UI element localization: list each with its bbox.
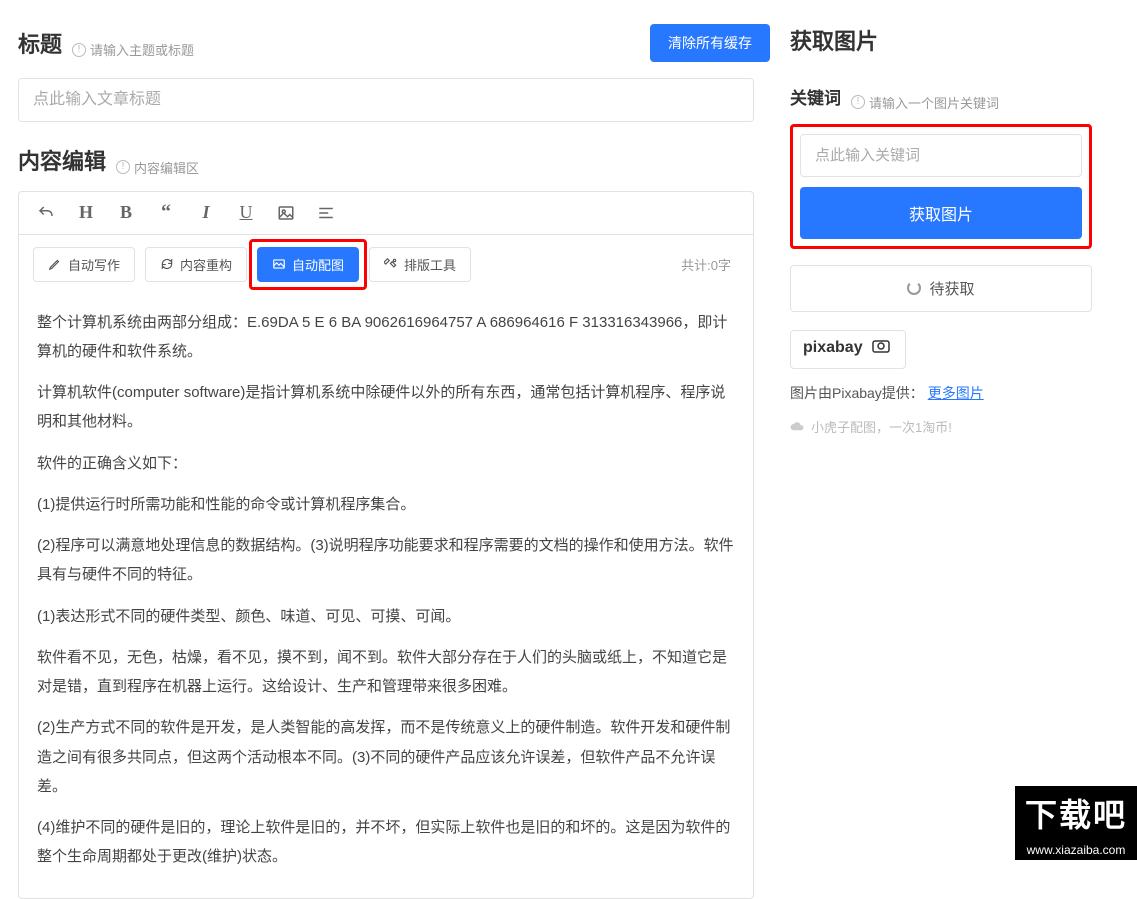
auto-image-button[interactable]: 自动配图 bbox=[257, 247, 359, 282]
pixabay-credit: 图片由Pixabay提供： 更多图片 bbox=[790, 383, 1092, 403]
refresh-icon bbox=[160, 257, 174, 271]
image-icon[interactable] bbox=[275, 202, 297, 224]
paragraph: 计算机软件(computer software)是指计算机系统中除硬件以外的所有… bbox=[37, 378, 735, 437]
keyword-highlight: 获取图片 bbox=[790, 124, 1092, 249]
title-hint: ! 请输入主题或标题 bbox=[72, 40, 194, 59]
word-count: 共计:0字 bbox=[681, 255, 739, 274]
paragraph: (4)维护不同的硬件是旧的，理论上软件是旧的，并不坏，但实际上软件也是旧的和坏的… bbox=[37, 813, 735, 872]
more-images-link[interactable]: 更多图片 bbox=[928, 385, 984, 401]
title-header: 标题 ! 请输入主题或标题 清除所有缓存 bbox=[18, 24, 770, 62]
keyword-header: 关键词 ! 请输入一个图片关键词 bbox=[790, 84, 1092, 112]
italic-icon[interactable]: I bbox=[195, 202, 217, 224]
editor-label: 内容编辑 bbox=[18, 144, 106, 176]
pending-button[interactable]: 待获取 bbox=[790, 265, 1092, 312]
article-title-input[interactable] bbox=[18, 78, 754, 122]
spinner-icon bbox=[907, 281, 921, 295]
restructure-button[interactable]: 内容重构 bbox=[145, 247, 247, 282]
image-sidebar: 获取图片 关键词 ! 请输入一个图片关键词 获取图片 待获取 pixabay 图… bbox=[770, 0, 1110, 860]
format-toolbar: H B “ I U bbox=[19, 192, 753, 235]
layout-tool-button[interactable]: 排版工具 bbox=[369, 247, 471, 282]
paragraph: (2)生产方式不同的软件是开发，是人类智能的高发挥，而不是传统意义上的硬件制造。… bbox=[37, 713, 735, 801]
paragraph: (2)程序可以满意地处理信息的数据结构。(3)说明程序功能要求和程序需要的文档的… bbox=[37, 531, 735, 590]
auto-write-button[interactable]: 自动写作 bbox=[33, 247, 135, 282]
svg-text:pixabay: pixabay bbox=[803, 339, 863, 356]
get-image-button[interactable]: 获取图片 bbox=[800, 187, 1082, 239]
clear-cache-button[interactable]: 清除所有缓存 bbox=[650, 24, 770, 62]
watermark: 下载吧 www.xiazaiba.com bbox=[1015, 786, 1137, 860]
underline-icon[interactable]: U bbox=[235, 202, 257, 224]
paragraph: 整个计算机系统由两部分组成：E.69DA 5 E 6 BA 9062616964… bbox=[37, 308, 735, 367]
paragraph: 软件看不见，无色，枯燥，看不见，摸不到，闻不到。软件大部分存在于人们的头脑或纸上… bbox=[37, 643, 735, 702]
quote-icon[interactable]: “ bbox=[155, 202, 177, 224]
pixabay-badge: pixabay bbox=[790, 330, 906, 369]
paragraph: 软件的正确含义如下： bbox=[37, 449, 735, 478]
watermark-logo: 下载吧 bbox=[1015, 786, 1137, 840]
editor-box: H B “ I U 自动写作 内容重构 bbox=[18, 191, 754, 899]
watermark-url: www.xiazaiba.com bbox=[1015, 840, 1137, 860]
paragraph: (1)表达形式不同的硬件类型、颜色、味道、可见、可摸、可闻。 bbox=[37, 602, 735, 631]
pencil-icon bbox=[48, 257, 62, 271]
info-icon: ! bbox=[72, 43, 86, 57]
title-label: 标题 bbox=[18, 27, 62, 59]
pixabay-logo-icon: pixabay bbox=[803, 337, 893, 357]
main-editor-panel: 标题 ! 请输入主题或标题 清除所有缓存 内容编辑 ! 内容编辑区 H B “ bbox=[0, 0, 770, 860]
get-image-title: 获取图片 bbox=[790, 24, 1092, 56]
tools-icon bbox=[384, 257, 398, 271]
keyword-input[interactable] bbox=[800, 134, 1082, 177]
paragraph: (1)提供运行时所需功能和性能的命令或计算机程序集合。 bbox=[37, 490, 735, 519]
align-left-icon[interactable] bbox=[315, 202, 337, 224]
picture-icon bbox=[272, 257, 286, 271]
action-toolbar: 自动写作 内容重构 自动配图 排版工具 共计:0字 bbox=[19, 235, 753, 294]
bold-icon[interactable]: B bbox=[115, 202, 137, 224]
keyword-hint: ! 请输入一个图片关键词 bbox=[851, 93, 999, 112]
auto-image-highlight: 自动配图 bbox=[257, 247, 359, 282]
editor-content[interactable]: 整个计算机系统由两部分组成：E.69DA 5 E 6 BA 9062616964… bbox=[19, 294, 753, 898]
undo-icon[interactable] bbox=[35, 202, 57, 224]
keyword-label: 关键词 bbox=[790, 84, 841, 109]
heading-icon[interactable]: H bbox=[75, 202, 97, 224]
info-icon: ! bbox=[851, 95, 865, 109]
editor-hint: ! 内容编辑区 bbox=[116, 158, 199, 177]
info-icon: ! bbox=[116, 160, 130, 174]
cloud-icon bbox=[790, 421, 805, 432]
footer-note: 小虎子配图，一次1淘币! bbox=[790, 417, 1092, 436]
